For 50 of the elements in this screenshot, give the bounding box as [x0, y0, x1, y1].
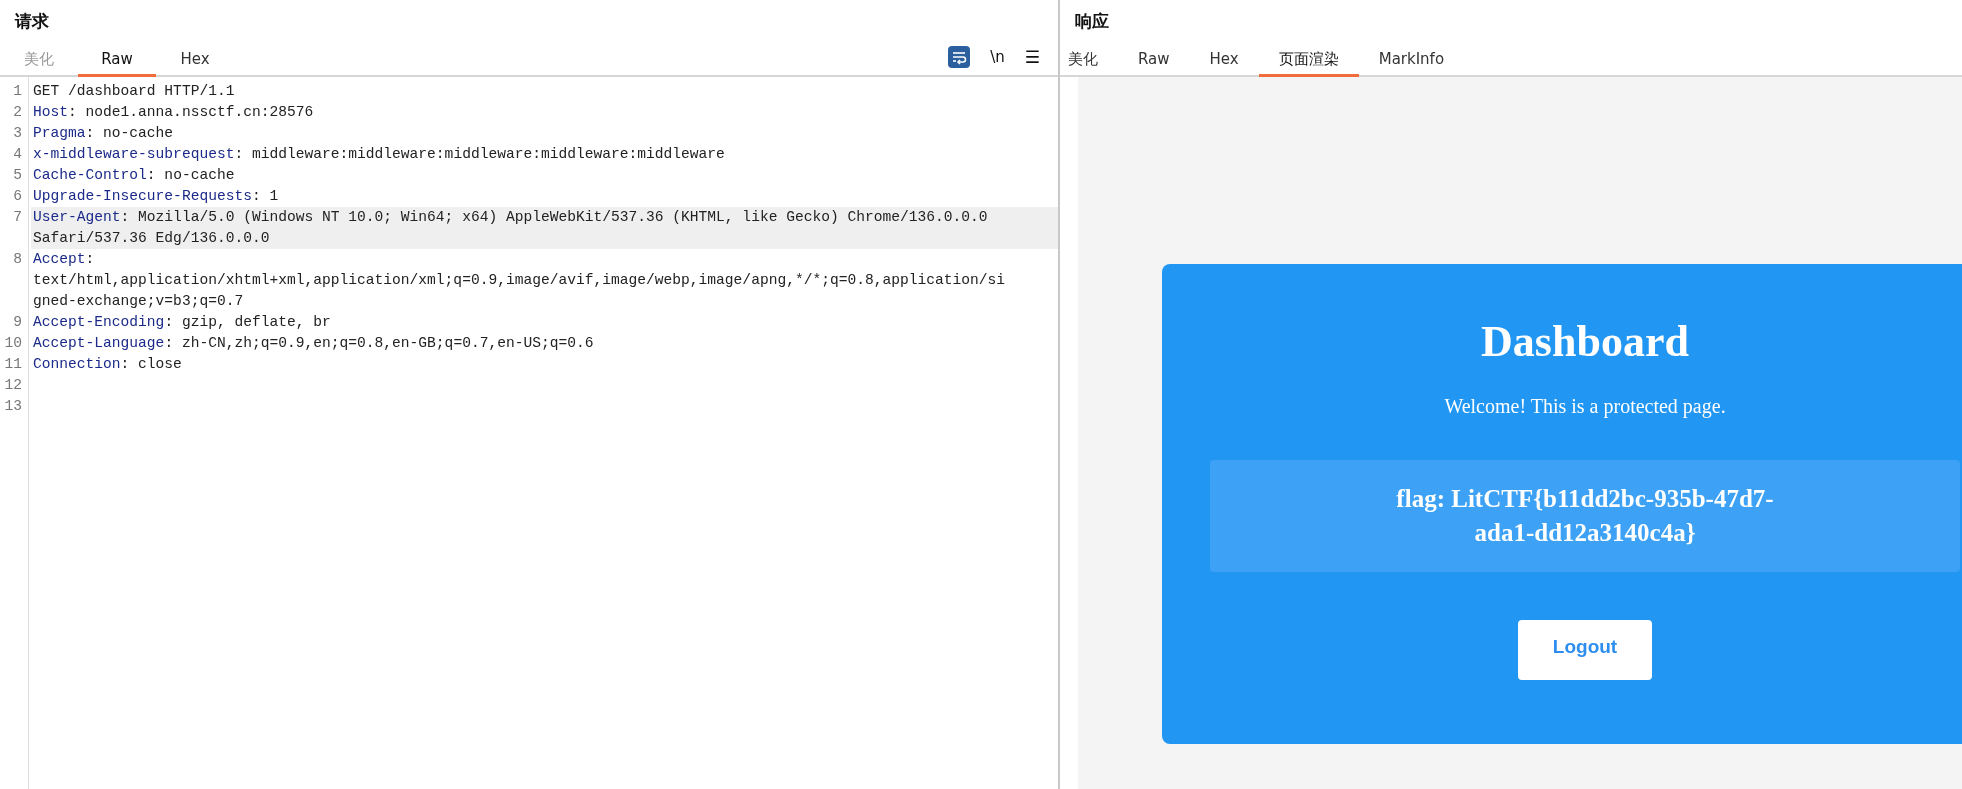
page-heading: Dashboard: [1481, 316, 1689, 367]
newline-toggle[interactable]: \n: [990, 48, 1005, 66]
panel-title: 响应: [1074, 10, 1110, 33]
line-number: 3: [12, 124, 23, 143]
header-value: : middleware:middleware:middleware:middleware:middleware: [234, 146, 725, 162]
header-value: Safari/537.36 Edg/136.0.0.0: [33, 230, 270, 246]
header-name: User-Agent: [33, 209, 121, 225]
header-name: Accept-Encoding: [33, 314, 165, 330]
line-number: 5: [12, 166, 23, 185]
header-name: Host: [33, 104, 69, 120]
header-name: Upgrade-Insecure-Requests: [33, 188, 252, 204]
header-value: :: [85, 251, 95, 267]
header-value: gned-exchange;v=b3;q=0.7: [33, 293, 244, 309]
tab[interactable]: MarkInfo: [1358, 44, 1465, 77]
word-wrap-icon[interactable]: [948, 46, 971, 68]
header-name: x-middleware-subrequest: [33, 146, 235, 162]
header-value: GET /dashboard HTTP/1.1: [33, 83, 235, 99]
line-number: 4: [12, 145, 23, 164]
line-number: 12: [3, 376, 23, 395]
header-value: : Mozilla/5.0 (Windows NT 10.0; Win64; x64) AppleWebKit/537.36 (KHTML, like Gecko) Chrome/136.0.0.0: [120, 209, 988, 225]
welcome-message: Welcome! This is a protected page.: [1444, 395, 1726, 418]
line-number: 7: [12, 208, 23, 227]
tab[interactable]: 美化: [1060, 44, 1118, 77]
line-number: 1: [12, 82, 23, 101]
header-value: : node1.anna.nssctf.cn:28576: [68, 104, 314, 120]
header-value: : no-cache: [85, 125, 174, 141]
header-name: Accept-Language: [33, 335, 165, 351]
line-number: 8: [12, 250, 23, 269]
header-name: Connection: [33, 356, 121, 372]
header-name: Pragma: [33, 125, 86, 141]
header-name: Accept: [33, 251, 86, 267]
header-value: : close: [120, 356, 182, 372]
header-value: : no-cache: [146, 167, 235, 183]
line-number: 6: [12, 187, 23, 206]
tab[interactable]: Raw: [1118, 44, 1190, 77]
header-value: : gzip, deflate, br: [164, 314, 331, 330]
panel-title: 请求: [13, 10, 50, 33]
line-number: 11: [3, 355, 23, 374]
menu-button[interactable]: ☰: [1024, 47, 1040, 67]
header-value: : 1: [251, 188, 279, 204]
header-value: : zh-CN,zh;q=0.9,en;q=0.8,en-GB;q=0.7,en-US;q=0.6: [164, 335, 594, 351]
line-number: 13: [3, 397, 23, 416]
line-number: 2: [12, 103, 23, 122]
flag-text: flag: LitCTF{b11dd2bc-935b-47d7-ada1-dd12a3140c4a}: [1210, 460, 1960, 572]
header-name: Cache-Control: [33, 167, 147, 183]
header-value: text/html,application/xhtml+xml,application/xml;q=0.9,image/avif,image/webp,image/apng,*/*;q=0.8,application/si: [33, 272, 1006, 288]
tab[interactable]: Hex: [156, 44, 234, 77]
line-number: 10: [3, 334, 23, 353]
line-number: 9: [12, 313, 23, 332]
tab[interactable]: Hex: [1189, 44, 1259, 77]
